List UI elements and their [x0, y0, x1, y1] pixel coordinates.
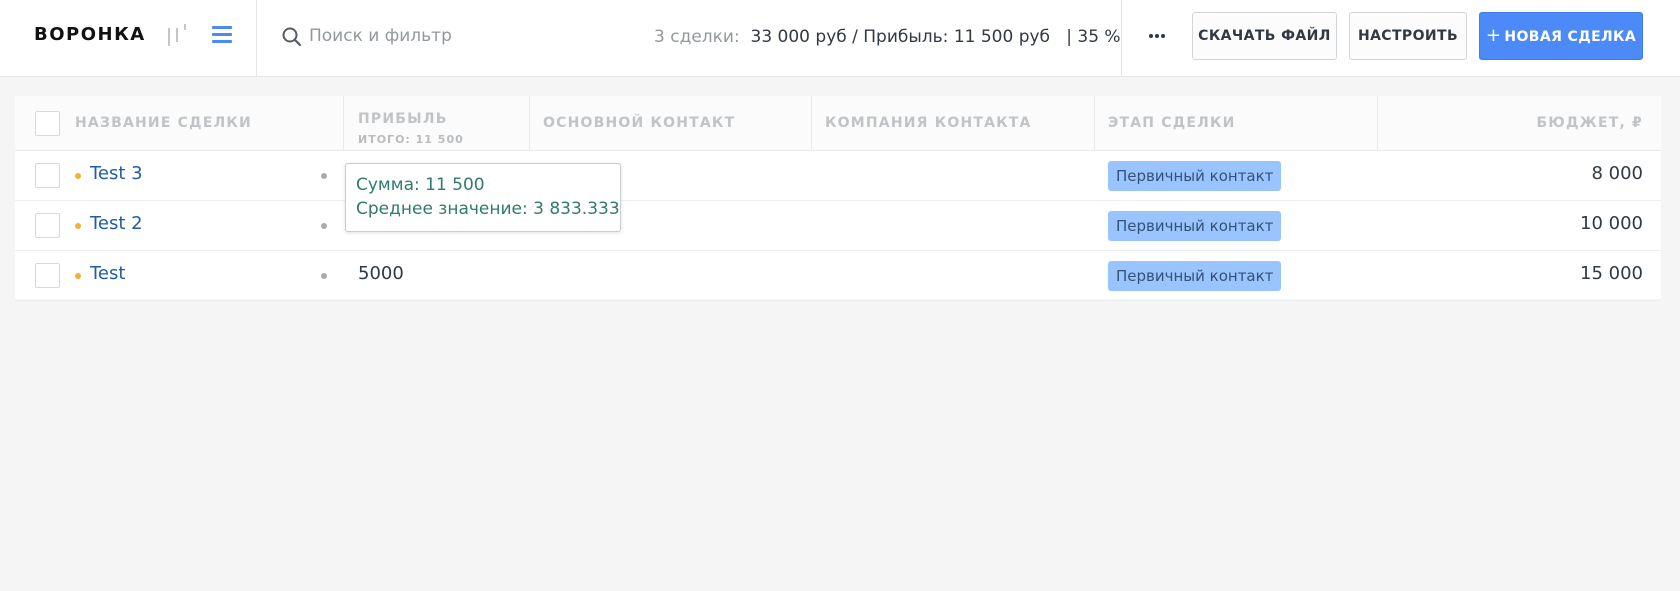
pipeline-view-icon[interactable] [166, 24, 190, 46]
page-title: ВОРОНКА [34, 24, 146, 45]
row-checkbox[interactable] [35, 163, 60, 188]
row-checkbox[interactable] [35, 213, 60, 238]
select-all-checkbox[interactable] [35, 111, 60, 136]
deals-count: 3 сделки: [654, 27, 740, 47]
download-file-button[interactable]: СКАЧАТЬ ФАЙЛ [1192, 12, 1337, 60]
column-divider[interactable] [343, 96, 344, 151]
profit-total: ИТОГО: 11 500 [358, 133, 464, 146]
stage-badge[interactable]: Первичный контакт [1108, 261, 1282, 291]
table-header: НАЗВАНИЕ СДЕЛКИ ПРИБЫЛЬ ИТОГО: 11 500 ОС… [15, 96, 1661, 151]
column-header-budget[interactable]: БЮДЖЕТ, ₽ [1443, 96, 1643, 151]
row-checkbox[interactable] [35, 263, 60, 288]
plus-icon: + [1485, 25, 1502, 46]
row-marker-dot [321, 273, 327, 279]
search-input[interactable] [309, 20, 609, 52]
status-dot [75, 223, 81, 229]
budget-value: 10 000 [1580, 213, 1643, 234]
tooltip-sum: Сумма: 11 500 [356, 175, 485, 195]
stage-badge[interactable]: Первичный контакт [1108, 161, 1282, 191]
settings-button[interactable]: НАСТРОИТЬ [1349, 12, 1467, 60]
top-bar: ВОРОНКА 3 сделки: 33 000 руб / Прибыль: … [0, 0, 1680, 77]
deal-name-link[interactable]: Test 2 [90, 213, 143, 234]
more-icon[interactable] [1144, 20, 1170, 50]
table-row: Test 2 Первичный контакт 10 000 [15, 201, 1661, 251]
column-divider[interactable] [811, 96, 812, 151]
stage-badge[interactable]: Первичный контакт [1108, 211, 1282, 241]
tooltip-average: Среднее значение: 3 833.333 [356, 199, 620, 219]
new-deal-button[interactable]: + НОВАЯ СДЕЛКА [1479, 12, 1643, 60]
list-view-icon[interactable] [212, 25, 232, 45]
status-dot [75, 173, 81, 179]
column-divider[interactable] [1094, 96, 1095, 151]
deal-name-link[interactable]: Test [90, 263, 125, 284]
divider [256, 0, 257, 77]
new-deal-label: НОВАЯ СДЕЛКА [1504, 29, 1637, 45]
deals-table: НАЗВАНИЕ СДЕЛКИ ПРИБЫЛЬ ИТОГО: 11 500 ОС… [15, 96, 1661, 301]
status-dot [75, 273, 81, 279]
search-icon [282, 27, 302, 47]
row-marker-dot [321, 223, 327, 229]
deals-summary: 3 сделки: 33 000 руб / Прибыль: 11 500 р… [654, 22, 1121, 52]
column-divider[interactable] [1377, 96, 1378, 151]
table-row: Test 5000 Первичный контакт 15 000 [15, 251, 1661, 301]
budget-value: 8 000 [1591, 163, 1643, 184]
column-divider[interactable] [529, 96, 530, 151]
deal-name-link[interactable]: Test 3 [90, 163, 143, 184]
profit-value[interactable]: 5000 [358, 263, 404, 284]
deals-totals: 33 000 руб / Прибыль: 11 500 руб [750, 27, 1051, 47]
profit-total-tooltip: Сумма: 11 500 Среднее значение: 3 833.33… [345, 163, 621, 232]
budget-value: 15 000 [1580, 263, 1643, 284]
deals-percent: | 35 % [1066, 27, 1121, 47]
table-row: Test 3 Первичный контакт 8 000 [15, 151, 1661, 201]
divider [1121, 0, 1122, 77]
row-marker-dot [321, 173, 327, 179]
